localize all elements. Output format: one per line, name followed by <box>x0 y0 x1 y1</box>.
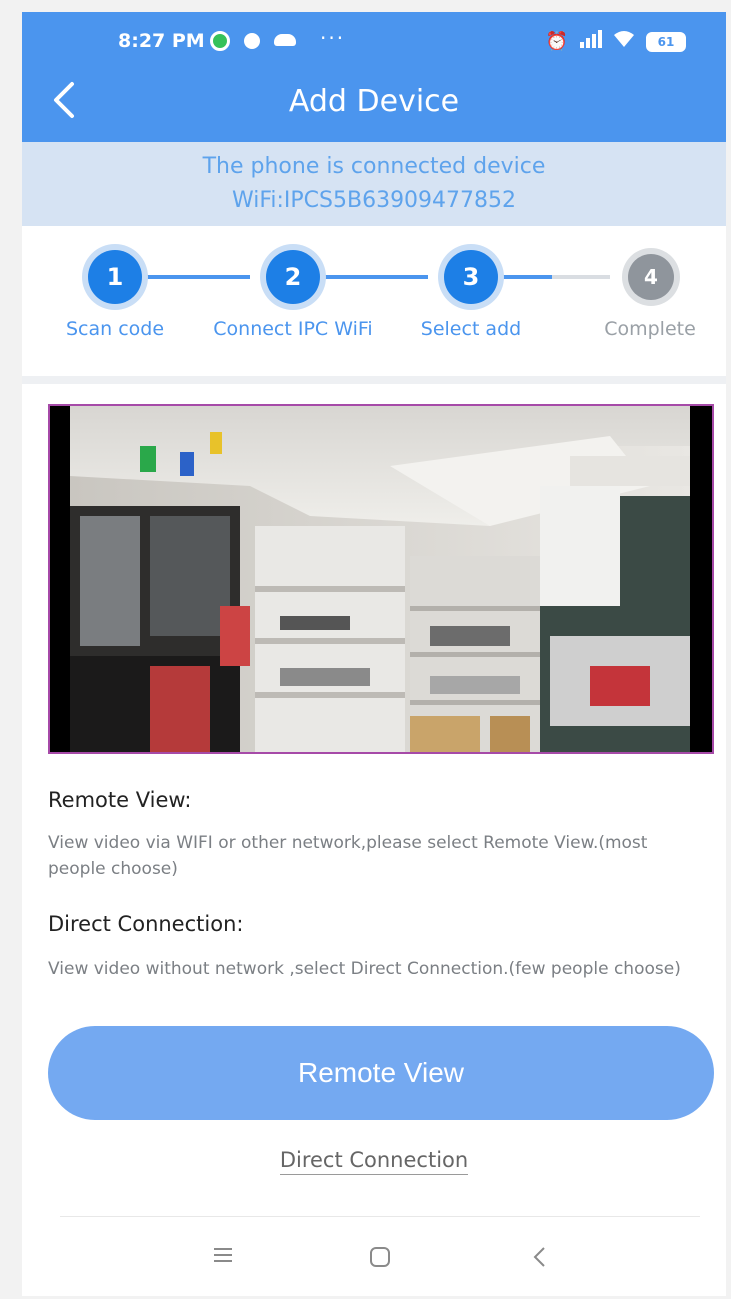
step-connector-3-fill <box>500 275 552 279</box>
direct-connection-link[interactable]: Direct Connection <box>279 1148 469 1175</box>
progress-steps: 1 2 3 4 Scan code Connect IPC WiFi Selec… <box>22 226 726 376</box>
menu-icon[interactable] <box>212 1245 234 1269</box>
back-chevron-icon[interactable] <box>530 1245 548 1273</box>
notification-dot-icon <box>244 33 260 49</box>
status-time: 8:27 PM <box>118 30 205 52</box>
status-bar: 8:27 PM ··· ⏰ 61 <box>22 12 726 70</box>
alarm-icon: ⏰ <box>545 31 568 52</box>
direct-connection-description: View video without network ,select Direc… <box>48 959 681 979</box>
phone-screen: 8:27 PM ··· ⏰ 61 Add Device The phone is… <box>22 12 726 1296</box>
page-title: Add Device <box>288 84 460 119</box>
direct-connection-title: Direct Connection: <box>48 912 244 936</box>
camera-preview-image <box>50 406 712 752</box>
more-notifications: ··· <box>320 26 346 50</box>
step-4-label: Complete <box>604 318 696 340</box>
app-bar: 8:27 PM ··· ⏰ 61 Add Device <box>22 12 726 142</box>
step-2-label: Connect IPC WiFi <box>213 318 373 340</box>
wifi-icon <box>612 29 636 54</box>
step-connector-1 <box>144 275 250 279</box>
step-3-circle: 3 <box>444 250 498 304</box>
step-3-label: Select add <box>420 318 522 340</box>
system-nav-bar <box>60 1216 700 1296</box>
step-1-circle: 1 <box>88 250 142 304</box>
remote-view-title: Remote View: <box>48 788 192 812</box>
step-connector-2 <box>322 275 428 279</box>
section-divider <box>22 376 726 384</box>
direct-connection-link-wrap: Direct Connection <box>22 1148 726 1175</box>
banner-line-1: The phone is connected device <box>202 154 546 179</box>
remote-view-description: View video via WIFI or other network,ple… <box>48 833 648 879</box>
connection-banner: The phone is connected device WiFi:IPCS5… <box>22 142 726 226</box>
notification-app-icon <box>210 31 230 51</box>
step-2-circle: 2 <box>266 250 320 304</box>
banner-line-2: WiFi:IPCS5B63909477852 <box>231 188 517 213</box>
status-icons: ⏰ 61 <box>546 29 686 54</box>
signal-icon <box>578 30 602 53</box>
camera-preview <box>48 404 714 754</box>
home-square-icon[interactable] <box>368 1245 392 1273</box>
step-4-circle: 4 <box>628 254 674 300</box>
cloud-icon <box>274 34 296 46</box>
remote-view-button[interactable]: Remote View <box>48 1026 714 1120</box>
step-1-label: Scan code <box>65 318 165 340</box>
battery-icon: 61 <box>646 31 686 52</box>
